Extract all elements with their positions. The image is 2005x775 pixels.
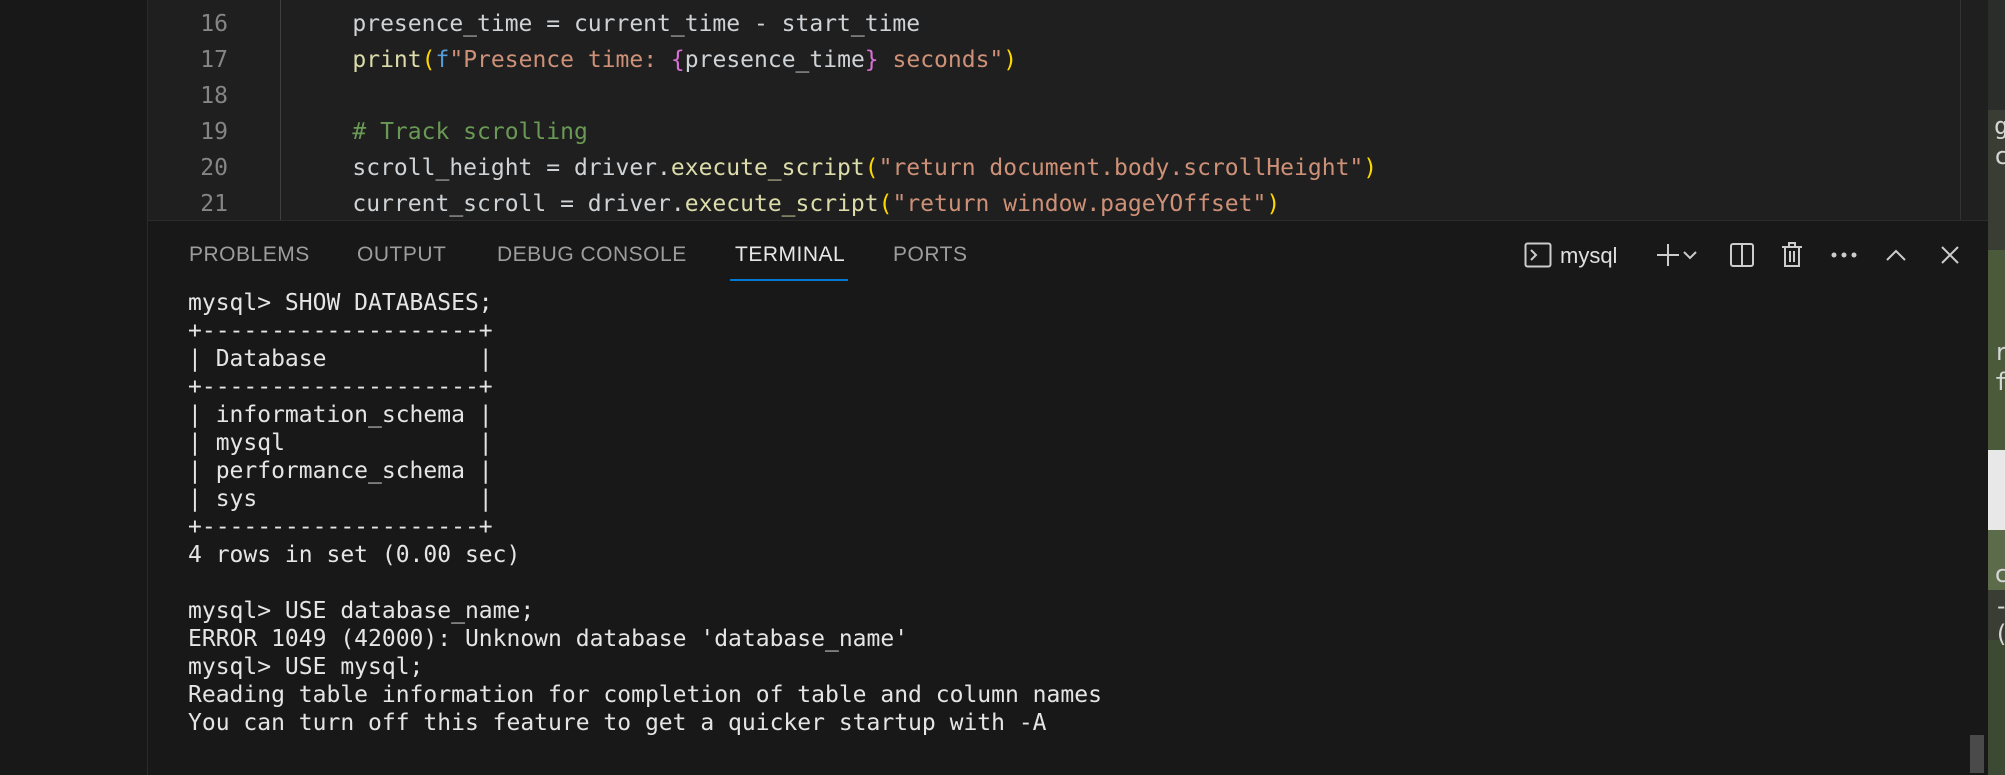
terminal-output[interactable]: mysql> SHOW DATABASES; +-----------------…: [188, 289, 1948, 769]
code-editor[interactable]: 16 presence_time = current_time - start_…: [148, 0, 1988, 220]
code-line[interactable]: 20 scroll_height = driver.execute_script…: [148, 150, 1948, 186]
code-token: current_scroll = driver.: [297, 191, 685, 217]
terminal-line: You can turn off this feature to get a q…: [188, 710, 1047, 736]
panel-toolbar: mysql: [1518, 235, 1988, 275]
code-token: (: [864, 155, 879, 181]
tab-ports[interactable]: PORTS: [893, 243, 967, 267]
bg-text-fragment: cr: [1994, 560, 2005, 588]
code-token: scroll_height = driver.: [297, 155, 671, 181]
tab-problems[interactable]: PROBLEMS: [189, 243, 310, 267]
terminal-line: +--------------------+: [188, 318, 493, 344]
code-text: current_scroll = driver.execute_script("…: [297, 186, 1280, 220]
close-panel-icon[interactable]: [1930, 235, 1970, 275]
terminal-line: Reading table information for completion…: [188, 682, 1102, 708]
code-token: execute_script: [670, 155, 865, 181]
terminal-line: mysql> USE mysql;: [188, 654, 424, 680]
code-token: {: [670, 47, 685, 73]
terminal-line: +--------------------+: [188, 514, 493, 540]
bg-patch: [1988, 640, 2005, 775]
code-token: "Presence time:: [449, 47, 671, 73]
trash-icon[interactable]: [1772, 235, 1812, 275]
terminal-line: mysql> USE database_name;: [188, 598, 535, 624]
terminal-name-label[interactable]: mysql: [1560, 243, 1617, 269]
activity-bar-region: [0, 0, 148, 775]
bg-patch: [1988, 0, 2005, 110]
more-actions-icon[interactable]: [1824, 235, 1864, 275]
terminal-line: | mysql |: [188, 430, 493, 456]
tab-terminal[interactable]: TERMINAL: [735, 243, 845, 267]
code-text: scroll_height = driver.execute_script("r…: [297, 150, 1377, 186]
split-terminal-icon[interactable]: [1722, 235, 1762, 275]
panel-tabs: PROBLEMS OUTPUT DEBUG CONSOLE TERMINAL P…: [148, 221, 1988, 287]
code-token: seconds": [878, 47, 1004, 73]
code-token: ): [1363, 155, 1378, 181]
code-token: # Track scrolling: [297, 119, 588, 145]
code-text: presence_time = current_time - start_tim…: [297, 6, 920, 42]
chevron-down-icon[interactable]: [1678, 235, 1702, 275]
bg-text-fragment: ct: [1994, 142, 2005, 170]
code-token: }: [864, 47, 879, 73]
code-token: (: [421, 47, 436, 73]
bg-patch: [1988, 450, 2005, 530]
bg-text-fragment: g: [1994, 112, 2005, 140]
terminal-line: mysql> SHOW DATABASES;: [188, 290, 493, 316]
code-line[interactable]: 21 current_scroll = driver.execute_scrip…: [148, 186, 1948, 220]
terminal-line: | Database |: [188, 346, 493, 372]
line-number: 18: [200, 83, 228, 109]
line-number: 20: [200, 155, 228, 181]
active-tab-indicator: [730, 279, 848, 281]
code-token: presence_time = current_time - start_tim…: [297, 11, 921, 37]
line-number: 19: [200, 119, 228, 145]
code-text: print(f"Presence time: {presence_time} s…: [297, 42, 1017, 78]
background-window-strip: g ct rc f cr -(: [1988, 0, 2005, 775]
terminal-line: +--------------------+: [188, 374, 493, 400]
code-line[interactable]: 18: [148, 78, 1948, 114]
terminal-line: 4 rows in set (0.00 sec): [188, 542, 521, 568]
terminal-line: | performance_schema |: [188, 458, 493, 484]
terminal-line: | information_schema |: [188, 402, 493, 428]
code-token: "return window.pageYOffset": [892, 191, 1267, 217]
terminal-icon[interactable]: [1518, 235, 1558, 275]
code-token: f: [435, 47, 450, 73]
code-token: (: [878, 191, 893, 217]
code-line[interactable]: 16 presence_time = current_time - start_…: [148, 6, 1948, 42]
code-line[interactable]: 19 # Track scrolling: [148, 114, 1948, 150]
bg-text-fragment: rc: [1994, 338, 2005, 366]
maximize-panel-icon[interactable]: [1876, 235, 1916, 275]
terminal-line: | sys |: [188, 486, 493, 512]
tab-output[interactable]: OUTPUT: [357, 243, 446, 267]
code-token: ): [1003, 47, 1018, 73]
code-token: ): [1266, 191, 1281, 217]
code-token: "return document.body.scrollHeight": [878, 155, 1364, 181]
line-number: 16: [200, 11, 228, 37]
code-token: presence_time: [684, 47, 865, 73]
terminal-scrollbar-thumb[interactable]: [1970, 735, 1984, 773]
code-text: # Track scrolling: [297, 114, 588, 150]
editor-scrollbar[interactable]: [1960, 0, 1961, 220]
bottom-panel: PROBLEMS OUTPUT DEBUG CONSOLE TERMINAL P…: [148, 220, 1988, 775]
code-token: print: [352, 47, 422, 73]
code-line[interactable]: 17 print(f"Presence time: {presence_time…: [148, 42, 1948, 78]
line-number: 17: [200, 47, 228, 73]
tab-debug-console[interactable]: DEBUG CONSOLE: [497, 243, 687, 267]
terminal-line: ERROR 1049 (42000): Unknown database 'da…: [188, 626, 909, 652]
line-number: 21: [200, 191, 228, 217]
code-token: execute_script: [684, 191, 879, 217]
bg-text-fragment: f: [1994, 368, 2005, 396]
bg-text-fragment: -(: [1994, 592, 2005, 648]
